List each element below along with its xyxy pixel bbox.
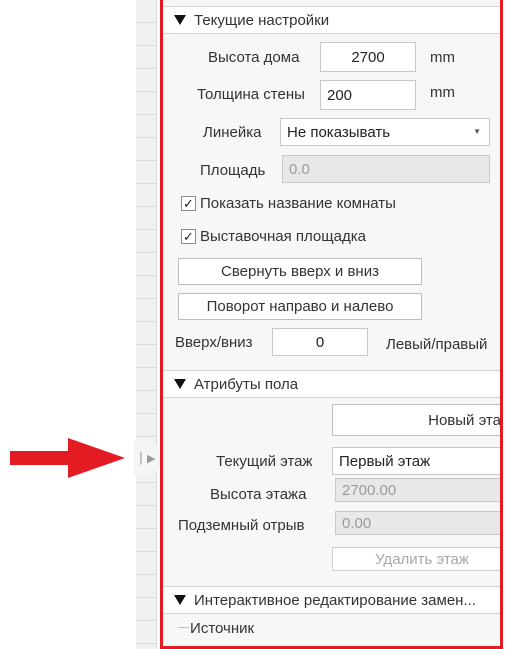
- source-tree-item[interactable]: ┈┈ Источник: [163, 615, 500, 641]
- triangle-down-icon: [174, 379, 186, 389]
- collapse-panel-icon: ▏▶: [140, 452, 156, 465]
- house-height-input[interactable]: 2700: [320, 42, 416, 72]
- wall-thickness-label: Толщина стены: [197, 86, 305, 103]
- section-floor-attributes[interactable]: Атрибуты пола: [163, 370, 500, 398]
- current-floor-select[interactable]: Первый этаж: [332, 447, 500, 475]
- delete-floor-button[interactable]: Удалить этаж: [332, 547, 500, 571]
- ruler-label: Линейка: [203, 124, 262, 141]
- section-interactive-edit[interactable]: Интерактивное редактирование замен...: [163, 586, 500, 614]
- house-height-label: Высота дома: [208, 49, 300, 66]
- properties-panel: Текущие настройки Высота дома 2700 mm То…: [160, 0, 503, 649]
- triangle-down-icon: [174, 15, 186, 25]
- checkmark-icon: ✓: [183, 229, 194, 244]
- wall-thickness-input[interactable]: 200: [320, 80, 416, 110]
- area-label: Площадь: [200, 162, 266, 179]
- floor-height-field: 2700.00: [335, 478, 500, 502]
- ruler-select[interactable]: Не показывать ▼: [280, 118, 490, 146]
- show-room-name-label: Показать название комнаты: [200, 195, 396, 212]
- left-sidebar-strip: [136, 0, 157, 649]
- section-title: Интерактивное редактирование замен...: [194, 591, 476, 609]
- section-title: Атрибуты пола: [194, 375, 299, 393]
- show-room-name-checkbox[interactable]: ✓: [181, 196, 196, 211]
- section-title: Текущие настройки: [194, 11, 330, 29]
- current-floor-label: Текущий этаж: [216, 453, 313, 470]
- checkmark-icon: ✓: [183, 196, 194, 211]
- new-floor-button[interactable]: Новый этаж: [332, 404, 503, 436]
- chevron-down-icon: ▼: [473, 127, 481, 136]
- source-label: Источник: [190, 619, 255, 637]
- leftright-label: Левый/правый: [386, 336, 488, 353]
- rotate-horizontal-button[interactable]: Поворот направо и налево: [178, 293, 422, 320]
- ruler-select-value: Не показывать: [287, 123, 391, 141]
- area-field: 0.0: [282, 155, 490, 183]
- red-arrow-icon: [10, 438, 125, 478]
- floor-height-label: Высота этажа: [210, 486, 307, 503]
- underground-label: Подземный отрыв: [178, 517, 305, 534]
- section-current-settings[interactable]: Текущие настройки: [163, 6, 500, 34]
- tree-connector-icon: ┈┈: [178, 622, 189, 634]
- wall-thickness-unit: mm: [430, 84, 455, 101]
- updown-label: Вверх/вниз: [175, 334, 253, 351]
- new-floor-button-label: Новый этаж: [428, 411, 503, 429]
- exhibition-area-checkbox[interactable]: ✓: [181, 229, 196, 244]
- exhibition-area-label: Выставочная площадка: [200, 228, 366, 245]
- collapse-panel-handle[interactable]: ▏▶: [134, 440, 160, 476]
- house-height-unit: mm: [430, 49, 455, 66]
- updown-input[interactable]: 0: [272, 328, 368, 356]
- underground-field: 0.00: [335, 511, 500, 535]
- triangle-down-icon: [174, 595, 186, 605]
- flip-vertical-button[interactable]: Свернуть вверх и вниз: [178, 258, 422, 285]
